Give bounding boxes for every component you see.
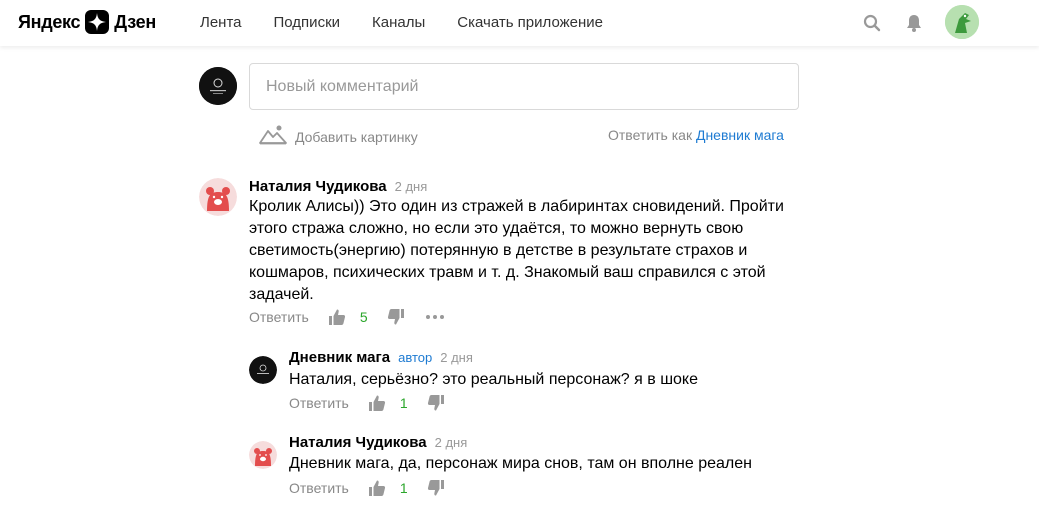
search-icon[interactable] (861, 12, 883, 34)
like-icon[interactable] (328, 308, 346, 326)
comment-date: 2 дня (394, 179, 428, 194)
like-icon[interactable] (368, 394, 386, 412)
main-nav: Лента Подписки Каналы Скачать приложение (200, 14, 635, 31)
comment-date: 2 дня (440, 350, 473, 365)
add-picture-label: Добавить картинку (295, 128, 418, 145)
comment-text: Наталия, серьёзно? это реальный персонаж… (289, 371, 698, 388)
nav-feed[interactable]: Лента (200, 14, 242, 31)
bear-avatar[interactable] (199, 178, 237, 216)
reply-as-channel-link[interactable]: Дневник мага (696, 127, 784, 143)
comment-date: 2 дня (434, 435, 468, 450)
comment-actions: Ответить 1 (289, 479, 445, 497)
author-badge: автор (398, 350, 433, 365)
top-header: Яндекс Дзен Лента Подписки Каналы Скачат… (0, 0, 1039, 46)
my-channel-avatar (199, 67, 237, 105)
zen-star-icon (85, 10, 110, 34)
comment-text: Кролик Алисы)) Это один из стражей в лаб… (249, 198, 784, 303)
nav-subscriptions[interactable]: Подписки (274, 14, 341, 31)
new-comment-input[interactable] (249, 63, 799, 110)
comment-author[interactable]: Дневник мага (289, 349, 390, 366)
reply-as-prefix: Ответить как (608, 127, 693, 143)
yandex-zen-logo[interactable]: Яндекс Дзен (18, 9, 156, 35)
reply-button[interactable]: Ответить (289, 395, 349, 411)
like-count: 1 (399, 395, 408, 411)
reply-button[interactable]: Ответить (289, 480, 349, 496)
reply-button[interactable]: Ответить (249, 309, 309, 325)
dislike-icon[interactable] (387, 308, 405, 326)
add-picture-button[interactable]: Добавить картинку (259, 123, 418, 150)
bell-icon[interactable] (903, 12, 925, 34)
comment-actions: Ответить 1 (289, 394, 445, 412)
comment-author[interactable]: Наталия Чудикова (289, 434, 427, 451)
like-icon[interactable] (368, 479, 386, 497)
like-count: 5 (359, 309, 368, 325)
bear-avatar[interactable] (249, 441, 277, 469)
image-icon (259, 123, 287, 150)
dislike-icon[interactable] (427, 394, 445, 412)
comment-header: Наталия Чудикова 2 дня (289, 434, 467, 451)
more-options-icon[interactable] (425, 314, 445, 320)
logo-text-left: Яндекс (18, 11, 81, 32)
comment-text: Дневник мага, да, персонаж мира снов, та… (289, 455, 752, 472)
nav-download-app[interactable]: Скачать приложение (457, 14, 603, 31)
channel-avatar[interactable] (249, 356, 277, 384)
reply-as-info: Ответить как Дневник мага (608, 127, 784, 143)
comment-actions: Ответить 5 (249, 308, 445, 326)
comment-header: Наталия Чудикова 2 дня (249, 178, 427, 195)
comment-author[interactable]: Наталия Чудикова (249, 178, 387, 195)
comment-header: Дневник мага автор 2 дня (289, 349, 473, 366)
logo-text-right: Дзен (114, 11, 156, 32)
nav-channels[interactable]: Каналы (372, 14, 425, 31)
dislike-icon[interactable] (427, 479, 445, 497)
like-count: 1 (399, 480, 408, 496)
profile-avatar[interactable] (945, 5, 979, 39)
